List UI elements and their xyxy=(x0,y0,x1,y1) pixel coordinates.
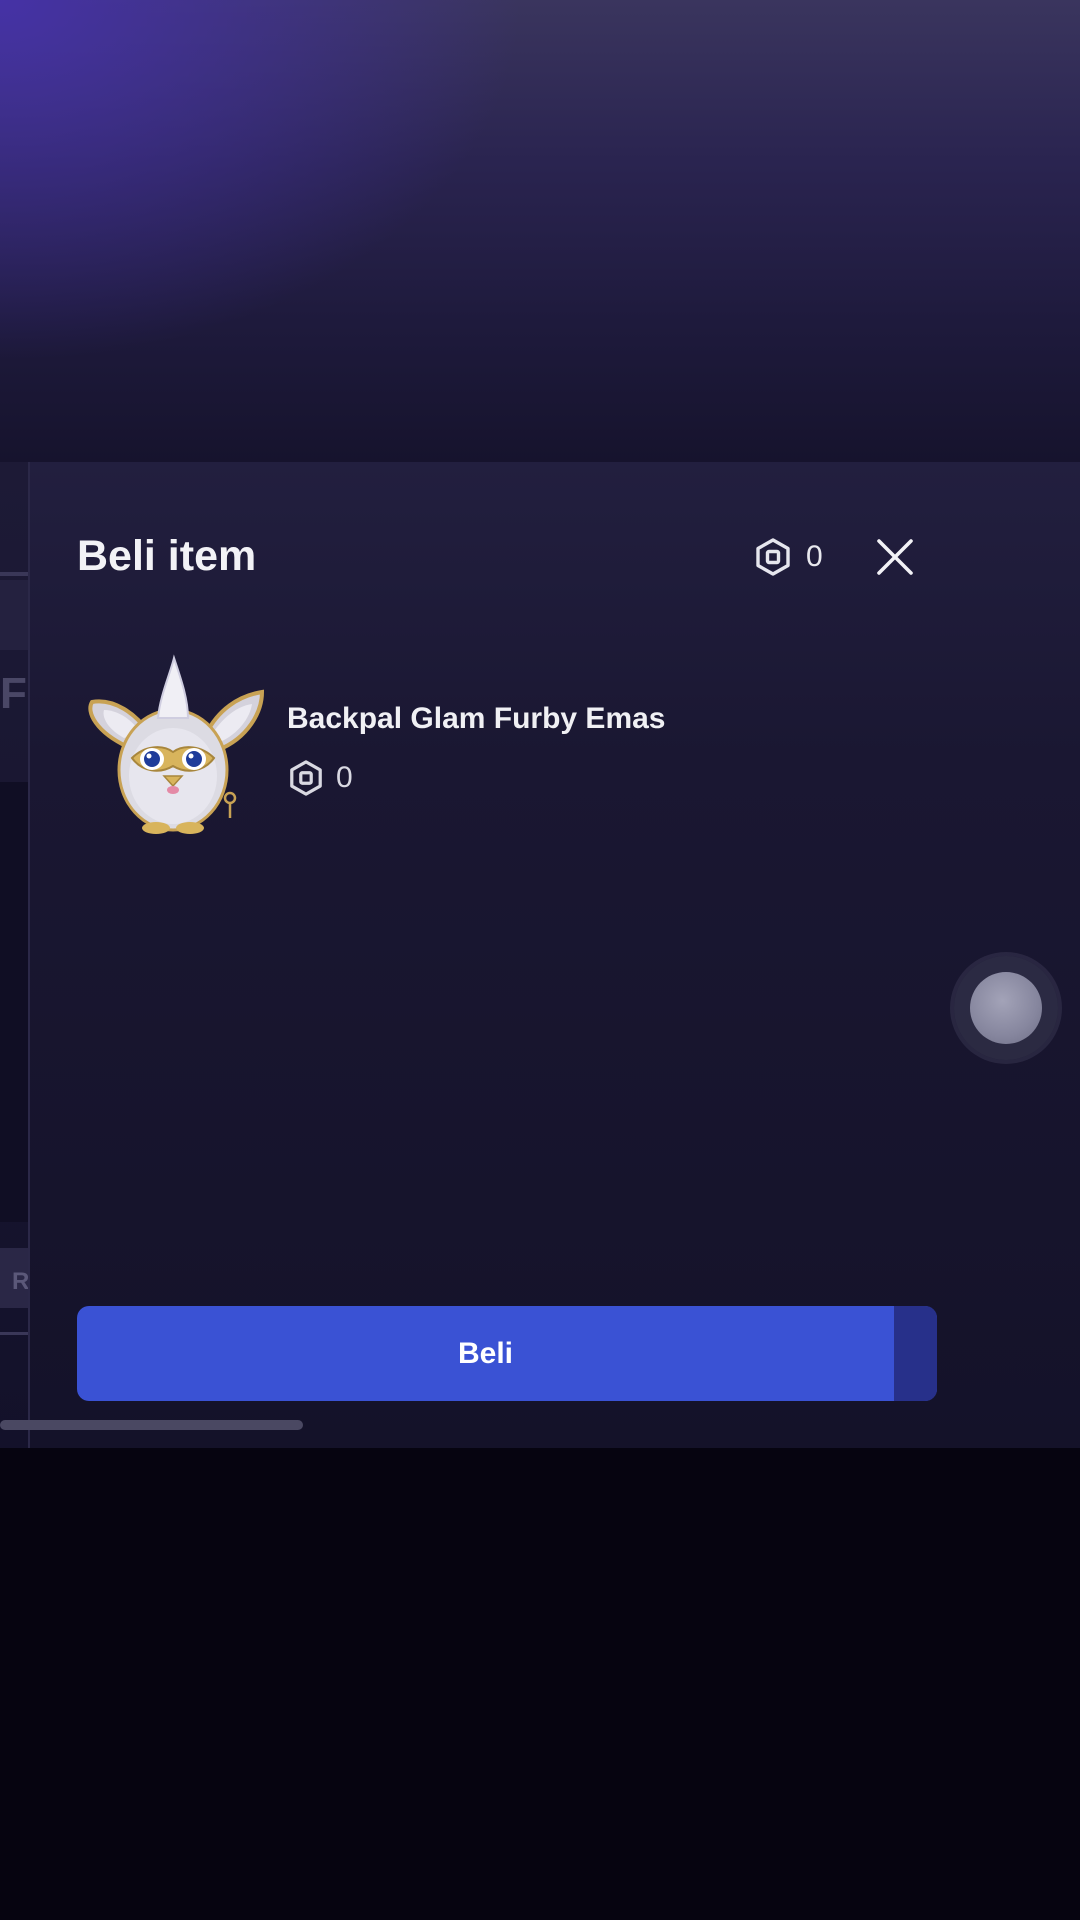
background-text-fragment: R xyxy=(12,1268,30,1295)
buy-button[interactable]: Beli xyxy=(77,1306,937,1401)
divider xyxy=(0,572,28,576)
background-bottom xyxy=(0,1448,1080,1920)
buy-button-edge xyxy=(894,1306,937,1401)
furby-thumbnail xyxy=(88,654,265,834)
buy-button-label: Beli xyxy=(457,1337,514,1370)
background-top xyxy=(0,0,1080,462)
assistive-button-core xyxy=(970,972,1042,1044)
background-text-fragment: F xyxy=(0,669,27,718)
close-button[interactable] xyxy=(868,530,922,584)
floating-assistive-button[interactable] xyxy=(954,956,1058,1060)
horizontal-scrollbar[interactable] xyxy=(0,1420,303,1430)
item-name: Backpal Glam Furby Emas xyxy=(287,702,666,735)
close-icon xyxy=(877,539,913,575)
background-panel-fragment: F R xyxy=(0,462,30,1448)
balance-value: 0 xyxy=(806,540,823,573)
robux-balance: 0 xyxy=(754,538,823,576)
item-price: 0 xyxy=(288,760,353,796)
dialog-title: Beli item xyxy=(77,532,257,580)
background-card xyxy=(0,782,28,1222)
background-card xyxy=(0,580,28,650)
divider xyxy=(0,1332,28,1335)
robux-icon xyxy=(756,538,790,576)
item-price-value: 0 xyxy=(336,761,353,794)
robux-icon xyxy=(290,760,322,796)
purchase-dialog: Beli item 0 Backpal Glam Furby Emas 0 Be… xyxy=(30,462,1080,1448)
